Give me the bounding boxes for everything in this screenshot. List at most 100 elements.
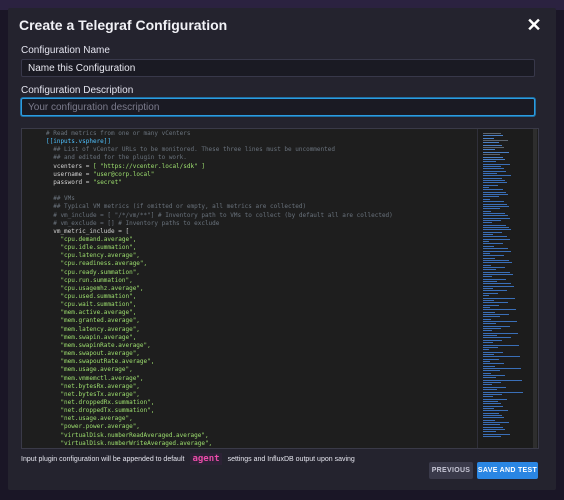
code-line[interactable]: 34 "net.droppedRx.summation", — [38, 399, 472, 407]
code-line[interactable]: 4 ## and edited for the plugin to work. — [38, 154, 472, 162]
minimap-line — [483, 311, 495, 313]
minimap-line — [483, 410, 508, 412]
code-line[interactable]: 1# Read metrics from one or many vCenter… — [38, 130, 472, 138]
minimap-line — [483, 283, 511, 285]
minimap-line — [483, 165, 501, 167]
minimap-line — [483, 175, 511, 177]
code-line[interactable]: 17 "cpu.readiness.average", — [38, 260, 472, 268]
code-line[interactable]: 7 password = "secret" — [38, 179, 472, 187]
minimap-line — [483, 196, 499, 198]
minimap-line — [483, 238, 510, 240]
code-line[interactable]: 9 ## VMs — [38, 195, 472, 203]
code-line[interactable]: 39 "virtualDisk.numberWriteAveraged.aver… — [38, 440, 472, 448]
minimap-line — [483, 177, 502, 179]
code-text: # vm_include = [ "/*/vm/**"] # Inventory… — [46, 211, 393, 219]
code-text: [[inputs.vsphere]] — [46, 138, 112, 146]
minimap-line — [483, 309, 516, 311]
minimap-line — [483, 245, 494, 247]
code-line[interactable]: 12 # vm_exclude = [] # Inventory paths t… — [38, 220, 472, 228]
minimap-line — [483, 278, 506, 280]
code-editor[interactable]: 1# Read metrics from one or many vCenter… — [21, 128, 539, 449]
code-line[interactable]: 27 "mem.swapinRate.average", — [38, 342, 472, 350]
minimap-line — [483, 386, 506, 388]
minimap-line — [483, 344, 519, 346]
configuration-name-input[interactable] — [21, 59, 535, 77]
code-line[interactable]: 6 username = "user@corp.local" — [38, 171, 472, 179]
minimap-line — [483, 346, 498, 348]
code-line[interactable]: 3 ## List of vCenter URLs to be monitore… — [38, 146, 472, 154]
footer-note-after: settings and InfluxDB output upon saving — [227, 456, 355, 463]
code-text: ## VMs — [46, 195, 75, 203]
telegraf-config-dialog: Create a Telegraf Configuration ✕ Config… — [8, 8, 556, 490]
minimap-line — [483, 358, 499, 360]
code-line[interactable]: 33 "net.bytesTx.average", — [38, 391, 472, 399]
code-line[interactable]: 11 # vm_include = [ "/*/vm/**"] # Invent… — [38, 212, 472, 220]
minimap-line — [483, 342, 493, 344]
minimap-line — [483, 222, 492, 224]
code-line[interactable]: 20 "cpu.usagemhz.average", — [38, 285, 472, 293]
previous-button[interactable]: PREVIOUS — [429, 462, 473, 479]
code-text: vm_metric_include = [ — [46, 227, 130, 235]
code-area[interactable]: 1# Read metrics from one or many vCenter… — [38, 130, 472, 448]
editor-minimap[interactable] — [477, 129, 534, 448]
code-text: "cpu.idle.summation", — [46, 244, 137, 252]
minimap-line — [483, 147, 504, 149]
code-text: "cpu.run.summation", — [46, 276, 133, 284]
minimap-line — [483, 398, 507, 400]
code-line[interactable]: 36 "net.usage.average", — [38, 415, 472, 423]
minimap-line — [483, 391, 523, 393]
code-line[interactable]: 2[[inputs.vsphere]] — [38, 138, 472, 146]
code-line[interactable]: 13 vm_metric_include = [ — [38, 228, 472, 236]
code-line[interactable]: 10 ## Typical VM metrics (if omitted or … — [38, 203, 472, 211]
minimap-line — [483, 415, 502, 416]
code-text: "cpu.ready.summation", — [46, 268, 140, 276]
code-line[interactable]: 26 "mem.swapin.average", — [38, 334, 472, 342]
code-line[interactable]: 8 — [38, 187, 472, 195]
minimap-line — [483, 144, 502, 146]
minimap-line — [483, 187, 489, 189]
code-line[interactable]: 18 "cpu.ready.summation", — [38, 269, 472, 277]
code-line[interactable]: 14 "cpu.demand.average", — [38, 236, 472, 244]
code-line[interactable]: 19 "cpu.run.summation", — [38, 277, 472, 285]
code-text: ## Typical VM metrics (if omitted or emp… — [46, 203, 307, 211]
code-line[interactable]: 23 "mem.active.average", — [38, 309, 472, 317]
close-icon[interactable]: ✕ — [525, 16, 543, 34]
configuration-name-label: Configuration Name — [21, 45, 110, 56]
minimap-line — [483, 149, 495, 151]
code-line[interactable]: 25 "mem.latency.average", — [38, 326, 472, 334]
minimap-line — [483, 229, 511, 231]
code-line[interactable]: 38 "virtualDisk.numberReadAveraged.avera… — [38, 432, 472, 440]
code-text: "cpu.readiness.average", — [46, 260, 148, 268]
code-line[interactable]: 21 "cpu.used.summation", — [38, 293, 472, 301]
code-line[interactable]: 22 "cpu.wait.summation", — [38, 301, 472, 309]
code-text: username = "user@corp.local" — [46, 170, 155, 178]
minimap-line — [483, 210, 491, 212]
code-line[interactable]: 37 "power.power.average", — [38, 423, 472, 431]
code-line[interactable]: 5 vcenters = [ "https://vcenter.local/sd… — [38, 163, 472, 171]
minimap-line — [483, 403, 501, 405]
code-line[interactable]: 28 "mem.swapout.average", — [38, 350, 472, 358]
minimap-line — [483, 288, 493, 290]
code-text: # vm_exclude = [] # Inventory paths to e… — [46, 219, 220, 227]
code-line[interactable]: 16 "cpu.latency.average", — [38, 252, 472, 260]
minimap-line — [483, 161, 496, 163]
code-line[interactable]: 30 "mem.usage.average", — [38, 366, 472, 374]
code-line[interactable]: 15 "cpu.idle.summation", — [38, 244, 472, 252]
code-line[interactable]: 29 "mem.swapoutRate.average", — [38, 358, 472, 366]
minimap-line — [483, 419, 495, 421]
minimap-line — [483, 368, 521, 369]
save-and-test-button[interactable]: SAVE AND TEST — [477, 462, 538, 479]
editor-scroll-thumb[interactable] — [533, 129, 537, 448]
code-line[interactable]: 32 "net.bytesRx.average", — [38, 383, 472, 391]
code-line[interactable]: 24 "mem.granted.average", — [38, 317, 472, 325]
code-line[interactable]: 31 "mem.vmmemctl.average", — [38, 375, 472, 383]
minimap-line — [483, 351, 503, 353]
editor-scrollbar[interactable] — [533, 129, 537, 448]
minimap-line — [483, 189, 503, 191]
code-text: "mem.swapin.average", — [46, 333, 137, 341]
code-text: vcenters = [ "https://vcenter.local/sdk"… — [46, 162, 205, 170]
code-line[interactable]: 35 "net.droppedTx.summation", — [38, 407, 472, 415]
minimap-line — [483, 356, 520, 358]
minimap-line — [483, 400, 498, 402]
configuration-description-input[interactable] — [21, 98, 535, 116]
